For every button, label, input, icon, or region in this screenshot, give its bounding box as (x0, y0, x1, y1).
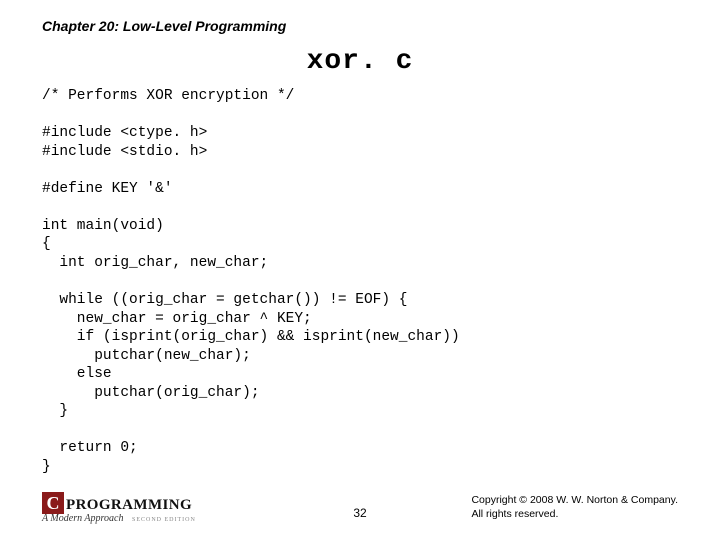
logo-edition: SECOND EDITION (132, 517, 196, 523)
copyright-line-1: Copyright © 2008 W. W. Norton & Company. (471, 494, 678, 508)
logo-c-badge: C (42, 492, 64, 514)
logo-text: PROGRAMMING (66, 497, 192, 514)
slide: Chapter 20: Low-Level Programming xor. c… (0, 0, 720, 540)
filename-heading: xor. c (42, 46, 678, 77)
book-logo: C PROGRAMMING A Modern Approach SECOND E… (42, 492, 196, 524)
logo-subtitle: A Modern Approach SECOND EDITION (42, 513, 196, 524)
logo-top-row: C PROGRAMMING (42, 492, 192, 514)
page-number: 32 (353, 506, 366, 520)
copyright-line-2: All rights reserved. (471, 508, 678, 522)
footer: C PROGRAMMING A Modern Approach SECOND E… (42, 492, 678, 524)
chapter-title: Chapter 20: Low-Level Programming (42, 18, 678, 34)
copyright: Copyright © 2008 W. W. Norton & Company.… (471, 494, 678, 521)
code-block: /* Performs XOR encryption */ #include <… (42, 87, 678, 476)
logo-sub-text: A Modern Approach (42, 513, 123, 524)
